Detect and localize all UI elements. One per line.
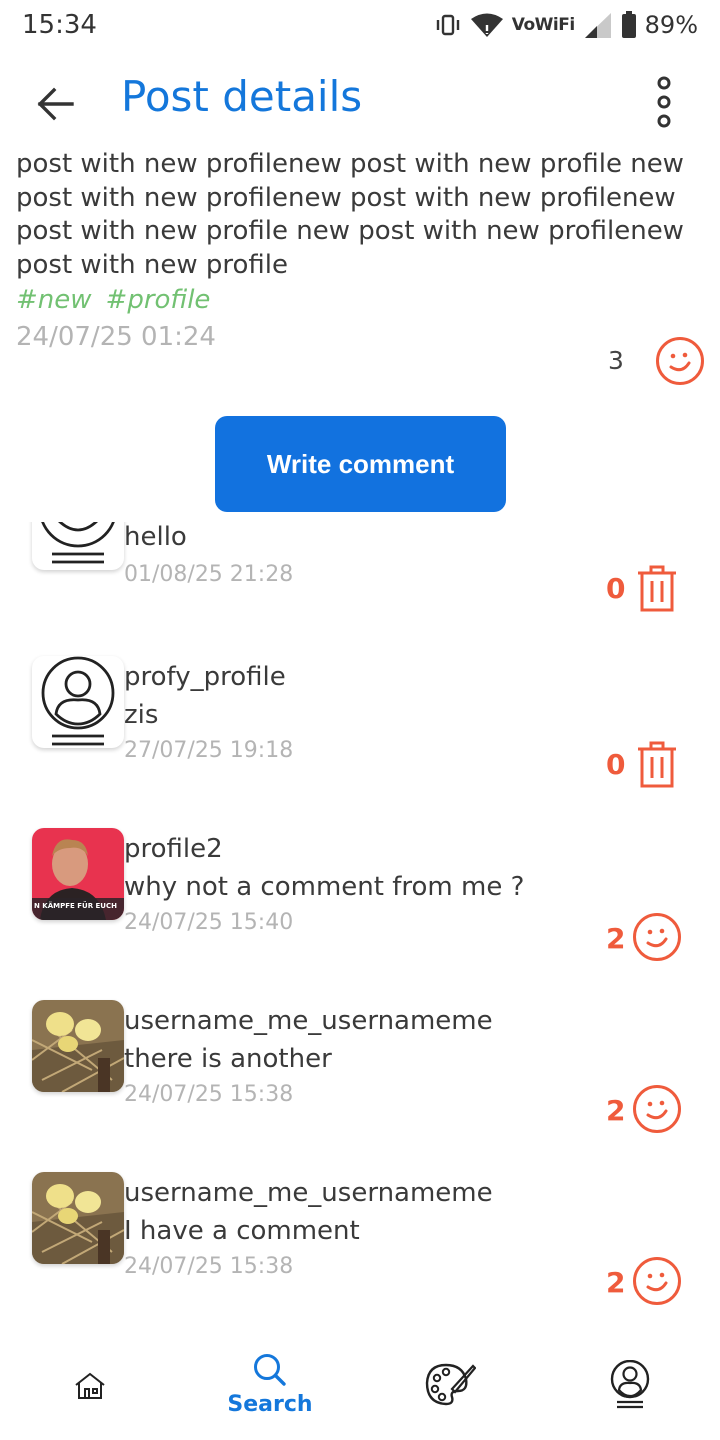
smiley-icon: [656, 337, 704, 385]
comment-username[interactable]: username_me_usernameme: [124, 1006, 493, 1036]
avatar[interactable]: [32, 1172, 124, 1264]
delete-comment-button[interactable]: [632, 564, 682, 614]
comment-date: 24/07/25 15:38: [124, 1082, 294, 1107]
post-reaction-count: 3: [608, 346, 624, 375]
post-date: 24/07/25 01:24: [16, 322, 216, 352]
comment-username[interactable]: profile2: [124, 834, 223, 864]
photo-ducklings: [32, 1000, 124, 1092]
bottom-navigation: Search: [0, 1335, 720, 1440]
default-profile-icon: [41, 522, 115, 564]
wifi-icon: [470, 12, 504, 38]
comment-item: username_me_usernameme I have a comment …: [0, 1168, 720, 1322]
comment-text: zis: [124, 700, 159, 730]
comment-date: 24/07/25 15:40: [124, 910, 294, 935]
palette-icon: [425, 1363, 476, 1406]
smiley-icon: [633, 1085, 681, 1133]
comment-reaction-count: 2: [606, 1266, 626, 1299]
trash-icon: [638, 741, 676, 788]
profile-icon: [610, 1360, 650, 1409]
status-bar: 15:34 VoWiFi 89%: [0, 0, 720, 52]
comment-text: hello: [124, 522, 187, 552]
avatar[interactable]: N KÄMPFE FÜR EUCH: [32, 828, 124, 920]
app-header: Post details: [0, 60, 720, 140]
avatar[interactable]: [32, 1000, 124, 1092]
comment-item: N KÄMPFE FÜR EUCH profile2 why not a com…: [0, 824, 720, 984]
comment-date: 27/07/25 19:18: [124, 738, 294, 763]
nav-create[interactable]: [360, 1335, 540, 1440]
comment-date: 01/08/25 21:28: [124, 562, 294, 587]
comments-list[interactable]: hello 01/08/25 21:28 0 profy_profile zis…: [0, 522, 720, 1322]
avatar[interactable]: [32, 656, 124, 748]
arrow-left-icon: [37, 87, 74, 121]
comment-reaction-count: 2: [606, 922, 626, 955]
react-comment-button[interactable]: [632, 1084, 682, 1134]
write-comment-button[interactable]: Write comment: [215, 416, 506, 512]
comment-reaction-count: 0: [606, 572, 626, 605]
react-comment-button[interactable]: [632, 912, 682, 962]
search-icon: [254, 1354, 286, 1386]
post-reaction-button[interactable]: [655, 336, 705, 386]
comment-text: why not a comment from me ?: [124, 872, 525, 902]
nav-search-label: Search: [227, 1392, 313, 1417]
more-vertical-icon: [657, 76, 671, 128]
post-text: post with new profilenew post with new p…: [16, 149, 684, 280]
nav-home[interactable]: [0, 1335, 180, 1440]
comment-text: I have a comment: [124, 1216, 360, 1246]
back-button[interactable]: [30, 78, 82, 130]
photo-man-red-background: N KÄMPFE FÜR EUCH: [32, 828, 124, 920]
comment-date: 24/07/25 15:38: [124, 1254, 294, 1279]
battery-percent: 89%: [644, 11, 698, 39]
hashtag[interactable]: #profile: [106, 285, 211, 315]
signal-icon: [583, 11, 613, 39]
status-time: 15:34: [22, 10, 97, 40]
default-profile-icon: [41, 656, 115, 746]
comment-reaction-count: 2: [606, 1094, 626, 1127]
comment-text: there is another: [124, 1044, 332, 1074]
photo-ducklings: [32, 1172, 124, 1264]
hashtag[interactable]: #new: [16, 285, 92, 315]
comment-item: username_me_usernameme there is another …: [0, 996, 720, 1156]
network-label: VoWiFi: [511, 15, 575, 35]
react-comment-button[interactable]: [632, 1256, 682, 1306]
page-title: Post details: [121, 72, 363, 121]
comment-item: profy_profile zis 27/07/25 19:18 0: [0, 652, 720, 812]
comment-reaction-count: 0: [606, 748, 626, 781]
comment-username[interactable]: profy_profile: [124, 662, 286, 692]
svg-text:N KÄMPFE FÜR EUCH: N KÄMPFE FÜR EUCH: [34, 901, 117, 910]
vibrate-icon: [434, 13, 462, 37]
trash-icon: [638, 565, 676, 612]
home-icon: [75, 1372, 105, 1399]
smiley-icon: [633, 1257, 681, 1305]
hashtags: #new #profile: [16, 285, 210, 315]
avatar[interactable]: [32, 522, 124, 570]
battery-icon: [621, 11, 637, 39]
more-options-button[interactable]: [644, 72, 684, 132]
delete-comment-button[interactable]: [632, 740, 682, 790]
comment-username[interactable]: username_me_usernameme: [124, 1178, 493, 1208]
status-icons: VoWiFi 89%: [434, 8, 698, 42]
nav-search[interactable]: Search: [180, 1335, 360, 1440]
nav-profile[interactable]: [540, 1335, 720, 1440]
smiley-icon: [633, 913, 681, 961]
